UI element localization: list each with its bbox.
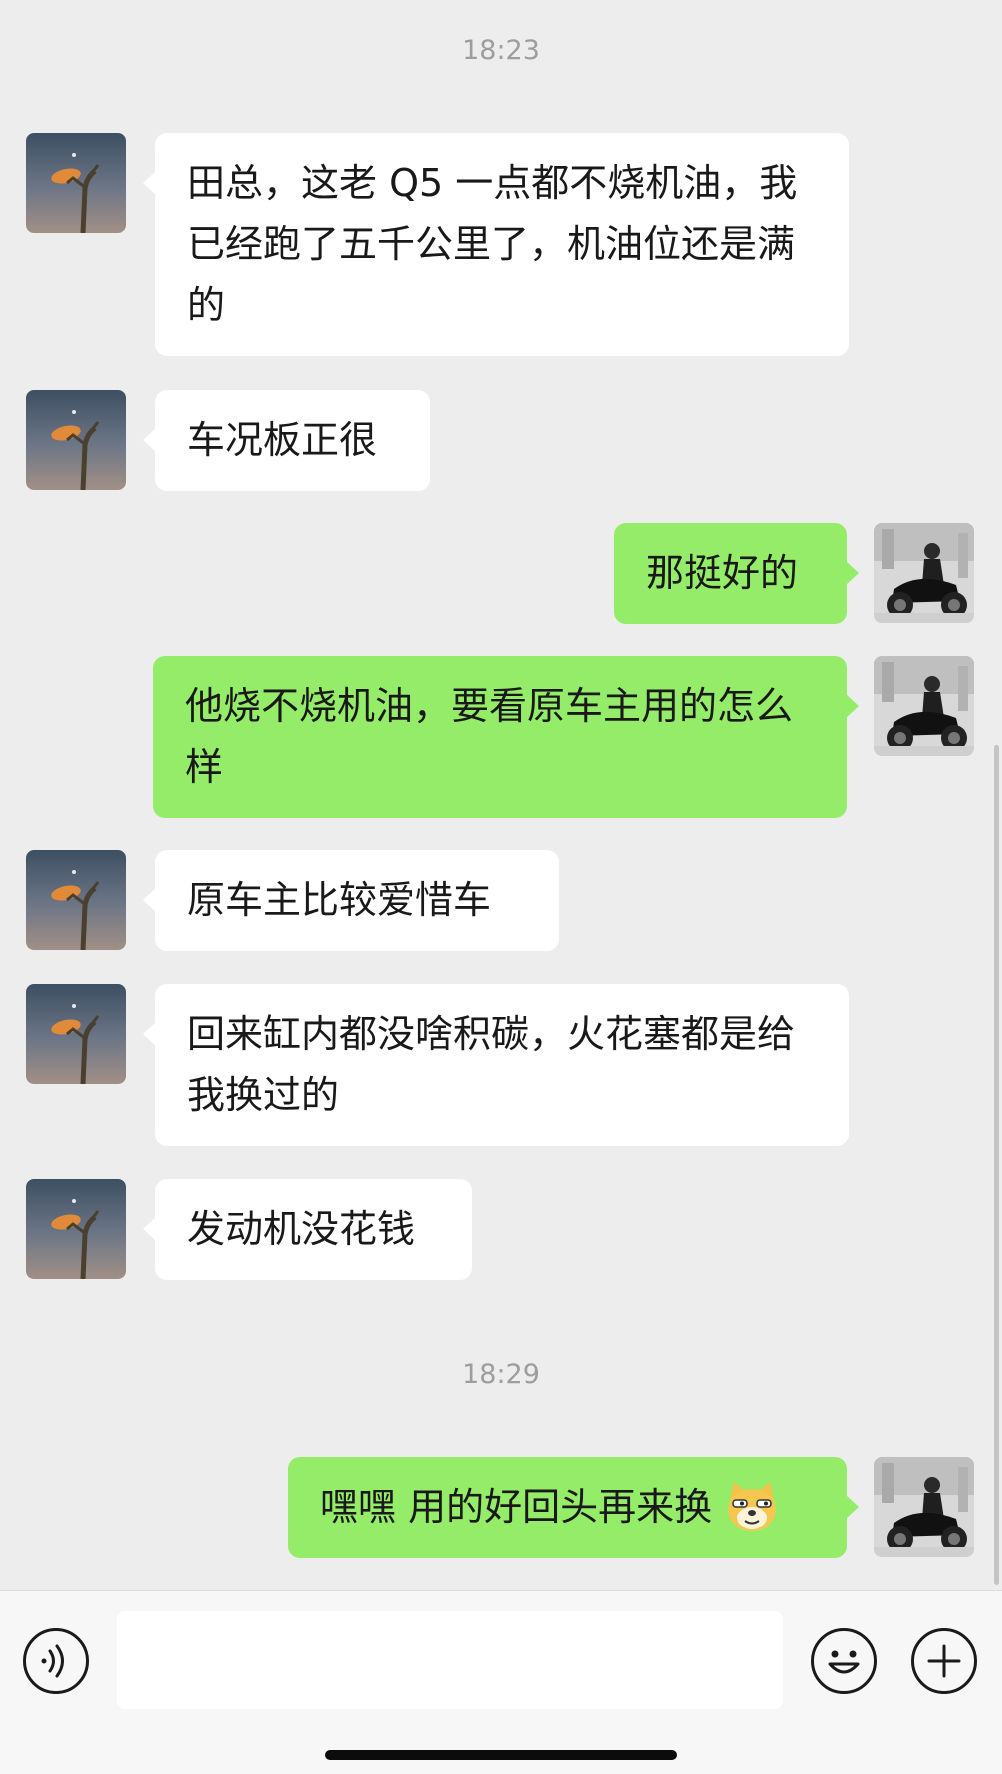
message-text: 车况板正很 — [187, 418, 378, 462]
voice-button[interactable] — [23, 1628, 89, 1694]
my-avatar[interactable] — [874, 1457, 974, 1557]
message-bubble[interactable]: 那挺好的 — [614, 523, 859, 624]
input-bar — [0, 1590, 1002, 1774]
plus-button[interactable] — [911, 1628, 977, 1694]
chat-area[interactable]: 18:23 田总，这老 Q5 一点都不烧机油，我已经跑了五千公里了，机油位还是满… — [0, 0, 1002, 1590]
scrollbar[interactable] — [994, 745, 999, 1585]
message-bubble[interactable]: 回来缸内都没啥积碳，火花塞都是给我换过的 — [143, 984, 849, 1146]
message-text: 嘿嘿 用的好回头再来换 — [320, 1485, 713, 1529]
home-indicator[interactable] — [325, 1750, 677, 1760]
message-text: 田总，这老 Q5 一点都不烧机油，我已经跑了五千公里了，机油位还是满的 — [187, 161, 798, 327]
message-text: 发动机没花钱 — [187, 1207, 416, 1251]
timestamp: 18:29 — [462, 1359, 540, 1390]
emoji-button[interactable] — [811, 1628, 877, 1694]
contact-avatar[interactable] — [26, 984, 126, 1084]
message-bubble[interactable]: 发动机没花钱 — [143, 1179, 472, 1280]
contact-avatar[interactable] — [26, 850, 126, 950]
my-avatar[interactable] — [874, 656, 974, 756]
message-bubble[interactable]: 车况板正很 — [143, 390, 430, 491]
contact-avatar[interactable] — [26, 390, 126, 490]
contact-avatar[interactable] — [26, 1179, 126, 1279]
contact-avatar[interactable] — [26, 133, 126, 233]
message-bubble[interactable]: 原车主比较爱惜车 — [143, 850, 559, 951]
message-text: 他烧不烧机油，要看原车主用的怎么样 — [185, 684, 794, 789]
my-avatar[interactable] — [874, 523, 974, 623]
voice-icon — [41, 1644, 64, 1678]
message-input[interactable] — [117, 1611, 783, 1709]
message-bubble[interactable]: 嘿嘿 用的好回头再来换 — [288, 1457, 859, 1558]
message-text: 回来缸内都没啥积碳，火花塞都是给我换过的 — [187, 1012, 796, 1117]
message-bubble[interactable]: 田总，这老 Q5 一点都不烧机油，我已经跑了五千公里了，机油位还是满的 — [143, 133, 849, 356]
timestamp: 18:23 — [462, 35, 540, 66]
smiley-icon — [828, 1650, 860, 1674]
message-text: 那挺好的 — [646, 551, 799, 595]
plus-icon — [927, 1644, 961, 1678]
doge-emoji — [728, 1481, 777, 1531]
message-bubble[interactable]: 他烧不烧机油，要看原车主用的怎么样 — [153, 656, 859, 818]
message-text: 原车主比较爱惜车 — [187, 878, 492, 922]
